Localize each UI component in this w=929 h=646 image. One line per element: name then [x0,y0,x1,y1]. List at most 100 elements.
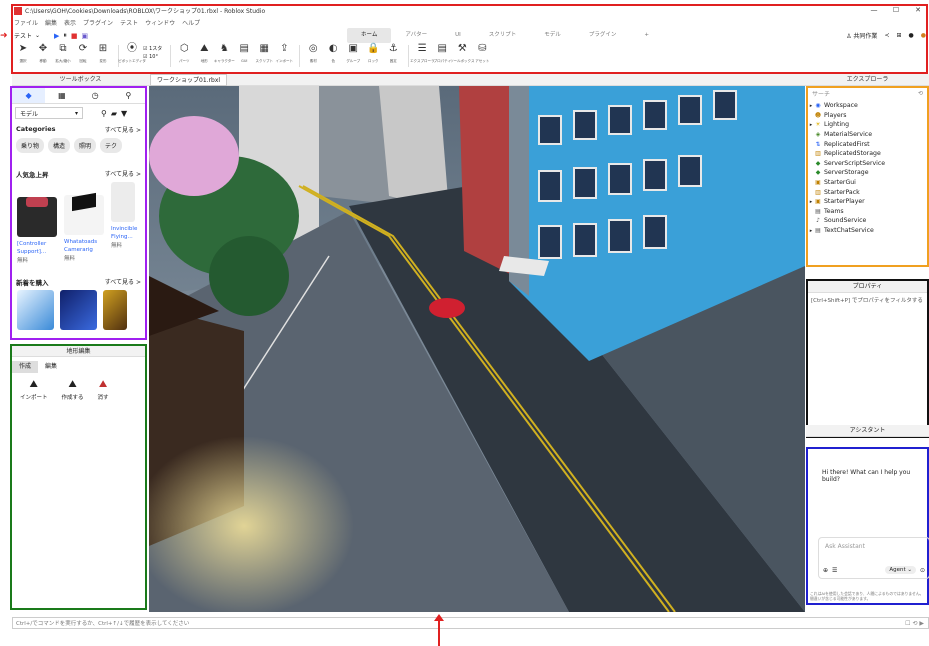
toolbox-inventory-icon[interactable]: ◆ [12,88,46,103]
asset-card[interactable]: Invincible Flying... 無料 [111,182,138,264]
terrain-tool-label: 作成する [61,395,84,401]
explorer-item[interactable]: ▥ StarterPack [808,187,927,197]
explorer-tree: ▸ ◉ Workspace ☻ Players ▸ ☀ Lighting ◈ MaterialSe… [808,99,927,237]
explorer-search-input[interactable]: サーチ [812,89,830,98]
see-all-link[interactable]: すべて見る > [105,277,141,287]
toolbox-grid-icon[interactable]: ▦ [45,88,78,103]
annotation-arrow-up-icon [434,614,444,646]
agent-mode-label: Agent [889,567,906,573]
replicated-first-icon: ⇅ [815,140,821,148]
starter-gui-icon: ▣ [815,179,821,187]
asset-thumbnail [111,182,135,222]
server-script-icon: ◆ [815,159,821,167]
category-select[interactable]: モデル ▾ [15,107,83,119]
terrain-tool-label: 消す [97,395,109,401]
tab-document[interactable]: ワークショップ01.rbxl [150,74,228,86]
explorer-item[interactable]: ◆ ServerScriptService [808,159,927,169]
asset-price: 無料 [17,258,29,264]
asset-thumbnail[interactable] [60,290,97,330]
filter-icon[interactable]: ▼ [121,109,127,118]
trending-heading: 人気急上昇 [16,171,49,179]
replicated-storage-icon: ▥ [815,150,821,158]
asset-thumbnail[interactable] [103,290,127,330]
command-input[interactable]: Ctrl+/でコマンドを実行するか、Ctrl+↑/↓で履歴を表示してください [13,619,189,627]
asset-name: Whatatoads Camerarig [64,239,98,253]
terrain-clear-button[interactable]: ⛰ 消す [98,379,109,401]
asset-price: 無料 [111,243,123,249]
explorer-item-label: Lighting [824,121,850,129]
properties-filter-hint[interactable]: [Ctrl+Shift+P] でプロパティをフィルタする [808,293,927,307]
history-icon[interactable]: ⟲ [918,90,923,97]
image-icon[interactable]: ▰ [111,109,117,118]
explorer-item-label: ServerStorage [824,169,869,177]
toolbox-title: ツールボックス [59,76,102,83]
globe-icon: ◉ [815,102,821,110]
asset-thumbnail[interactable] [17,290,54,330]
see-all-link[interactable]: すべて見る > [105,125,141,134]
properties-title: プロパティ [808,281,927,293]
category-pill[interactable]: 照明 [74,138,97,153]
add-icon[interactable]: ⊕ [823,567,828,574]
teams-icon: ▤ [815,207,821,215]
explorer-item-label: Workspace [824,102,858,110]
toolbox-recent-icon[interactable]: ◷ [79,88,112,103]
players-icon: ☻ [814,111,822,119]
terrain-import-button[interactable]: ⛰ インポート [20,379,48,401]
asset-card[interactable]: [Controller Support]... 無料 [17,182,57,264]
generate-icon: ⛰ [68,379,77,390]
category-pill[interactable]: 構造 [48,138,71,153]
explorer-item[interactable]: ▤ Teams [808,207,927,217]
toolbox-location-icon[interactable]: ⚲ [112,88,145,103]
assistant-panel: Hi there! What can I help you build? Ask… [806,447,929,605]
assistant-title: アシスタント [849,427,886,434]
see-all-link[interactable]: すべて見る > [105,169,141,179]
clear-icon: ⛰ [98,379,108,390]
explorer-item[interactable]: ▣ StarterGui [808,178,927,188]
terrain-tool-label: インポート [20,395,48,401]
search-icon[interactable]: ⚲ [101,109,107,118]
command-controls[interactable]: ☐ ⟲ ▶ [905,620,928,627]
settings-icon[interactable]: ☰ [832,567,837,574]
explorer-item[interactable]: ◈ MaterialService [808,130,927,140]
asset-price: 無料 [64,256,76,262]
tab-create[interactable]: 作成 [12,361,39,373]
assistant-input[interactable]: Ask Assistant ⊕ ☰ Agent ⌄ ⊙ [818,537,929,579]
properties-panel: プロパティ [Ctrl+Shift+P] でプロパティをフィルタする [806,279,929,438]
explorer-item[interactable]: ◆ ServerStorage [808,168,927,178]
explorer-item[interactable]: ♪ SoundService [808,216,927,226]
tab-edit[interactable]: 編集 [38,361,64,373]
explorer-item[interactable]: ☻ Players [808,111,927,121]
explorer-item[interactable]: ▸ ◉ Workspace [808,101,927,111]
explorer-title: エクスプローラ [846,76,889,83]
explorer-item-label: ServerScriptService [824,159,886,167]
asset-name: Invincible Flying... [111,226,138,240]
explorer-item[interactable]: ⇅ ReplicatedFirst [808,139,927,149]
starter-pack-icon: ▥ [815,188,821,196]
explorer-item[interactable]: ▸ ▣ StarterPlayer [808,197,927,207]
explorer-item[interactable]: ▸ ☀ Lighting [808,120,927,130]
command-bar[interactable]: Ctrl+/でコマンドを実行するか、Ctrl+↑/↓で履歴を表示してください ☐… [12,617,929,629]
terrain-generate-button[interactable]: ⛰ 作成する [62,379,84,401]
lighting-icon: ☀ [815,121,821,129]
chevron-down-icon: ▾ [74,109,78,117]
explorer-item-label: StarterGui [824,179,856,187]
categories-heading: Categories [16,125,56,133]
scene-render [149,86,805,612]
sound-icon: ♪ [816,217,820,225]
assistant-header: アシスタント [806,425,929,437]
viewport-3d[interactable] [149,86,805,612]
send-icon[interactable]: ⊙ [920,567,925,574]
explorer-panel: サーチ ⟲ ▸ ◉ Workspace ☻ Players ▸ ☀ Lighting ◈ Mate… [806,86,929,267]
asset-thumbnail [64,192,104,235]
category-pill[interactable]: テク [100,138,123,153]
agent-mode-select[interactable]: Agent ⌄ [885,566,916,574]
explorer-item[interactable]: ▥ ReplicatedStorage [808,149,927,159]
asset-card[interactable]: Whatatoads Camerarig 無料 [64,182,104,264]
category-select-value: モデル [20,110,39,118]
explorer-item[interactable]: ▸ ▤ TextChatService [808,226,927,236]
explorer-item-label: Teams [824,207,844,215]
explorer-item-label: ReplicatedFirst [824,140,870,148]
server-storage-icon: ◆ [815,169,821,177]
category-pill[interactable]: 乗り物 [16,138,45,153]
toolbox-panel: ◆ ▦ ◷ ⚲ モデル ▾ ⚲ ▰ ▼ Categories すべて見る > 乗… [10,86,147,340]
